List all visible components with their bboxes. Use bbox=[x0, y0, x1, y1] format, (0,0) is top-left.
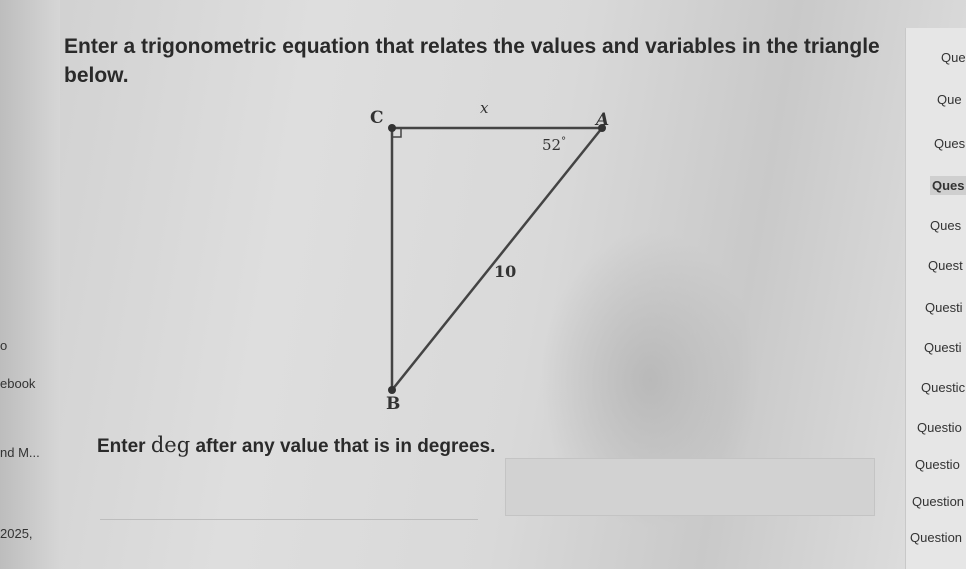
question-list-item-10[interactable]: Questio bbox=[917, 420, 962, 435]
question-list-item-3[interactable]: Ques bbox=[934, 136, 965, 151]
label-c: C bbox=[370, 108, 384, 128]
question-list-item-6[interactable]: Quest bbox=[928, 258, 963, 273]
vertex-b-dot bbox=[388, 386, 396, 394]
label-hypotenuse: 10 bbox=[494, 262, 516, 281]
triangle-diagram: C A B x 52° 10 bbox=[370, 99, 609, 414]
question-list-item-13[interactable]: Question bbox=[910, 530, 962, 545]
answer-input[interactable] bbox=[505, 458, 875, 516]
left-nav-item-ebook[interactable]: ebook bbox=[0, 376, 35, 391]
vertex-c-dot bbox=[388, 124, 396, 132]
question-list-item-12[interactable]: Question bbox=[912, 494, 964, 509]
side-ab-hypotenuse bbox=[391, 127, 603, 391]
question-list-item-1[interactable]: Que bbox=[941, 50, 966, 65]
question-list-item-2[interactable]: Que bbox=[937, 92, 962, 107]
answer-underline bbox=[100, 519, 478, 520]
question-prompt: Enter a trigonometric equation that rela… bbox=[64, 32, 904, 90]
hint-keyword: deg bbox=[150, 433, 191, 457]
question-list-item-11[interactable]: Questio bbox=[915, 457, 960, 472]
hint-prefix: Enter bbox=[97, 436, 151, 457]
question-list-panel: Que Que Ques Ques Ques Quest Questi Ques… bbox=[905, 28, 966, 569]
question-line-2: below. bbox=[64, 64, 129, 87]
question-list-item-5[interactable]: Ques bbox=[930, 218, 961, 233]
hint-suffix: after any value that is in degrees. bbox=[190, 436, 496, 457]
left-nav: o ebook nd M... 2025, bbox=[0, 0, 70, 569]
angle-value-label: 52° bbox=[542, 136, 566, 154]
question-list-item-7[interactable]: Questi bbox=[925, 300, 963, 315]
left-nav-item-4[interactable]: 2025, bbox=[0, 526, 33, 541]
question-list-item-4[interactable]: Ques bbox=[930, 176, 966, 195]
degree-hint: Enter deg after any value that is in deg… bbox=[97, 433, 495, 458]
label-b: B bbox=[386, 394, 400, 414]
question-list-item-8[interactable]: Questi bbox=[924, 340, 962, 355]
left-nav-item-1[interactable]: o bbox=[0, 338, 7, 353]
label-a: A bbox=[594, 110, 609, 130]
question-line-1: Enter a trigonometric equation that rela… bbox=[64, 35, 880, 58]
label-x: x bbox=[480, 99, 489, 117]
left-nav-item-3[interactable]: nd M... bbox=[0, 445, 40, 460]
question-list-item-9[interactable]: Questic bbox=[921, 380, 965, 395]
